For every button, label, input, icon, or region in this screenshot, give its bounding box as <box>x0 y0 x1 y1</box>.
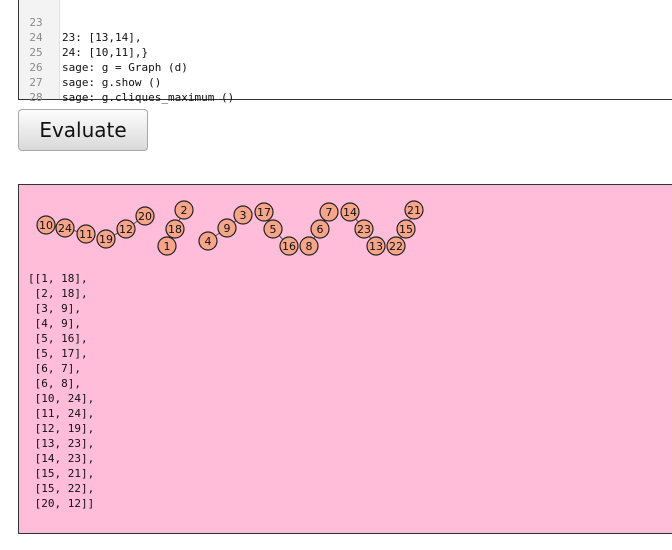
graph-node-label: 3 <box>240 209 247 222</box>
graph-node: 22 <box>386 236 406 256</box>
graph-node: 21 <box>404 200 424 220</box>
graph-node-label: 23 <box>357 223 371 236</box>
code-text[interactable]: sage: g.show () <box>62 75 161 90</box>
graph-node: 10 <box>36 215 56 235</box>
graph-node-label: 12 <box>119 223 133 236</box>
graph-node: 2 <box>174 200 194 220</box>
code-text[interactable]: 24: [10,11],} <box>62 45 148 60</box>
graph-node: 15 <box>396 219 416 239</box>
graph-node: 8 <box>299 236 319 256</box>
code-line[interactable]: 25 sage: g = Graph (d) <box>19 30 187 74</box>
graph-node: 6 <box>310 219 330 239</box>
graph-node: 5 <box>263 219 283 239</box>
code-line[interactable]: 27 sage: g.cliques_maximum () <box>19 60 234 104</box>
graph-node: 20 <box>135 206 155 226</box>
code-line[interactable]: 26 sage: g.show () <box>19 45 161 89</box>
code-text[interactable]: sage: g.cliques_maximum () <box>62 90 234 105</box>
graph-node-label: 9 <box>224 222 231 235</box>
output-cell: 1 2 3 4 5 6 7 8 9 10 11 12 13 14 15 16 17 18 19 20 21 22 23 24 … <box>18 184 672 534</box>
graph-node: 11 <box>76 224 96 244</box>
cliques-result: [[1, 18], [2, 18], [3, 9], [4, 9], [5, 1… <box>28 272 95 510</box>
graph-node: 9 <box>217 218 237 238</box>
graph-node: 23 <box>354 219 374 239</box>
graph-node-label: 6 <box>317 223 324 236</box>
graph-node-label: 19 <box>99 233 113 246</box>
graph-node-label: 18 <box>168 223 182 236</box>
graph-node-label: 7 <box>326 206 333 219</box>
graph-node-label: 16 <box>282 240 296 253</box>
code-text[interactable]: 23: [13,14], <box>62 30 141 45</box>
graph-node-label: 17 <box>257 206 271 219</box>
line-number: 28 <box>29 91 43 104</box>
graph-node: 18 <box>165 219 185 239</box>
graph-node-label: 21 <box>407 204 421 217</box>
graph-node: 7 <box>319 202 339 222</box>
graph-node-label: 11 <box>79 228 93 241</box>
graph-node: 12 <box>116 219 136 239</box>
graph-node-label: 2 <box>181 204 188 217</box>
graph-node: 1 <box>157 236 177 256</box>
graph-node-label: 14 <box>343 206 357 219</box>
code-text[interactable]: sage: g = Graph (d) <box>62 60 188 75</box>
graph-node-label: 8 <box>306 240 313 253</box>
graph-node-label: 5 <box>270 223 277 236</box>
graph-node: 16 <box>279 236 299 256</box>
code-line[interactable]: 23 23: [13,14], <box>19 0 141 44</box>
graph-plot: 12 345 67891011 121314151617181920 21222324 <box>36 200 424 256</box>
graph-node-label: 13 <box>369 240 383 253</box>
graph-node: 4 <box>198 231 218 251</box>
graph-node: 14 <box>340 202 360 222</box>
code-line[interactable]: 28 <box>19 75 46 104</box>
graph-node: 13 <box>366 236 386 256</box>
graph-node-label: 22 <box>389 240 403 253</box>
graph-node: 19 <box>96 229 116 249</box>
code-line[interactable]: 24 24: [10,11],} <box>19 15 148 59</box>
graph-node-label: 20 <box>138 210 152 223</box>
graph-node-label: 24 <box>58 222 72 235</box>
code-editor[interactable]: 23 23: [13,14], 24 24: [10,11],} 25 sage… <box>18 0 672 104</box>
graph-node-label: 10 <box>39 219 53 232</box>
graph-node-label: 1 <box>164 240 171 253</box>
graph-node: 24 <box>55 218 75 238</box>
evaluate-button[interactable]: Evaluate <box>18 109 148 151</box>
graph-node-label: 4 <box>205 235 212 248</box>
graph-node: 3 <box>233 205 253 225</box>
graph-node-label: 15 <box>399 223 413 236</box>
graph-node: 17 <box>254 202 274 222</box>
